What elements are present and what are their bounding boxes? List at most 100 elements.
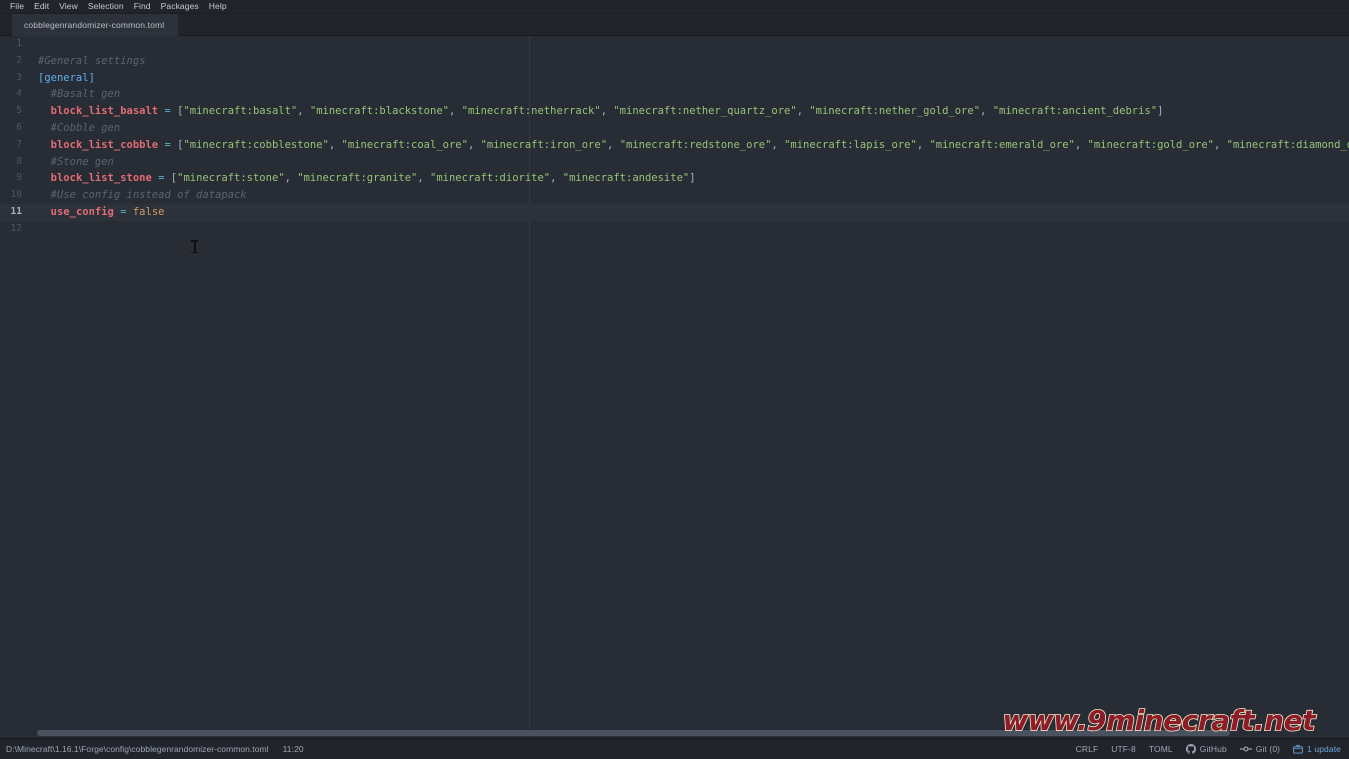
token-comment: #Use config instead of datapack <box>50 189 247 202</box>
token-string: "minecraft:blackstone" <box>309 105 449 118</box>
token-string: "minecraft:diorite" <box>430 172 551 185</box>
menu-item-edit[interactable]: Edit <box>29 0 54 13</box>
menu-item-selection[interactable]: Selection <box>83 0 129 13</box>
status-line-ending[interactable]: CRLF <box>1076 744 1099 754</box>
status-bar: D:\Minecraft\1.16.1\Forge\config\cobbleg… <box>0 738 1349 759</box>
token-string: "minecraft:stone" <box>177 172 285 185</box>
token-string: "minecraft:diamond_ore" <box>1226 138 1349 151</box>
package-update-icon <box>1293 744 1303 754</box>
tab-bar: cobblegenrandomizer-common.toml <box>0 14 1349 36</box>
line-number-1: 1 <box>16 38 22 49</box>
code-line-5[interactable]: 5 block_list_basalt = ["minecraft:basalt… <box>0 103 1349 120</box>
token-comment: #Stone gen <box>50 155 114 168</box>
token-comment: #Basalt gen <box>50 88 121 101</box>
editor-tab-cobblegenrandomizer[interactable]: cobblegenrandomizer-common.toml <box>12 14 180 36</box>
status-github-label: GitHub <box>1199 744 1227 754</box>
menu-item-file[interactable]: File <box>5 0 29 13</box>
horizontal-scrollbar[interactable] <box>0 729 1349 738</box>
token-bool: false <box>132 205 165 218</box>
token-punct: , <box>297 105 310 118</box>
token-string: "minecraft:nether_gold_ore" <box>809 105 981 118</box>
token-key: use_config <box>50 205 114 218</box>
line-number-8: 8 <box>16 155 22 167</box>
menu-item-help[interactable]: Help <box>204 0 232 13</box>
horizontal-scrollbar-track[interactable] <box>0 730 1349 736</box>
token-punct: ] <box>1157 105 1164 118</box>
code-line-text: #Stone gen <box>30 154 114 171</box>
token-key: block_list_basalt <box>50 105 159 118</box>
menu-bar: File Edit View Selection Find Packages Help <box>0 0 1349 14</box>
menu-item-packages[interactable]: Packages <box>156 0 204 13</box>
token-punct: , <box>796 105 810 118</box>
status-bar-right: CRLF UTF-8 TOML GitHub Git (0) 1 update <box>1076 744 1341 754</box>
token-punct: , <box>417 172 431 185</box>
menu-item-find[interactable]: Find <box>129 0 156 13</box>
status-encoding[interactable]: UTF-8 <box>1111 744 1136 754</box>
token-punct: , <box>600 105 614 118</box>
code-line-text: #Basalt gen <box>30 86 121 103</box>
line-number-5: 5 <box>16 105 22 117</box>
token-key: block_list_cobble <box>50 138 159 151</box>
token-punct: , <box>467 138 481 151</box>
line-number-11: 11 <box>10 205 22 217</box>
editor-tab-label: cobblegenrandomizer-common.toml <box>24 20 165 30</box>
token-string: "minecraft:ancient_debris" <box>992 105 1158 118</box>
git-commit-icon <box>1239 744 1252 754</box>
code-line-11[interactable]: 11 use_config = false <box>0 203 1349 221</box>
code-line-1[interactable]: 1 <box>0 36 1349 53</box>
status-updates-label: 1 update <box>1307 744 1341 754</box>
code-line-2[interactable]: 2 #General settings <box>0 53 1349 70</box>
line-number-3: 3 <box>16 71 22 83</box>
code-line-4[interactable]: 4 #Basalt gen <box>0 86 1349 103</box>
line-number-7: 7 <box>16 138 22 150</box>
token-string: "minecraft:basalt" <box>183 105 298 118</box>
menu-item-view[interactable]: View <box>54 0 83 13</box>
token-string: "minecraft:netherrack" <box>461 105 601 118</box>
token-string: "minecraft:andesite" <box>562 172 690 185</box>
editor-pane[interactable]: 1 2 #General settings 3 [general] 4 #Basalt g… <box>0 36 1349 738</box>
token-string: "minecraft:cobblestone" <box>183 138 329 151</box>
token-string: "minecraft:granite" <box>297 172 418 185</box>
status-github-button[interactable]: GitHub <box>1185 744 1227 754</box>
token-key: block_list_stone <box>50 172 152 185</box>
status-updates-button[interactable]: 1 update <box>1293 744 1341 754</box>
code-line-3[interactable]: 3 [general] <box>0 70 1349 87</box>
tab-bar-left-spacer <box>0 14 12 36</box>
token-punct: , <box>1213 138 1227 151</box>
code-content[interactable]: 1 2 #General settings 3 [general] 4 #Basalt g… <box>0 36 1349 738</box>
atom-editor-window: File Edit View Selection Find Packages Help co… <box>0 0 1349 759</box>
horizontal-scrollbar-thumb[interactable] <box>37 730 1230 736</box>
line-number-2: 2 <box>16 54 22 66</box>
code-line-text: block_list_basalt = ["minecraft:basalt",… <box>30 103 1164 120</box>
status-cursor-position[interactable]: 11:20 <box>283 744 304 754</box>
code-line-12[interactable]: 12 <box>0 221 1349 238</box>
token-punct: , <box>607 138 620 151</box>
tab-bar-empty-area <box>179 14 1349 36</box>
status-git-button[interactable]: Git (0) <box>1239 744 1280 754</box>
token-comment: #Cobble gen <box>50 121 121 134</box>
code-line-6[interactable]: 6 #Cobble gen <box>0 120 1349 137</box>
code-line-text: [general] <box>30 70 95 87</box>
status-grammar[interactable]: TOML <box>1149 744 1173 754</box>
token-string: "minecraft:gold_ore" <box>1087 138 1214 151</box>
token-string: "minecraft:coal_ore" <box>341 138 468 151</box>
code-line-text: block_list_stone = ["minecraft:stone", "… <box>30 170 696 187</box>
token-punct: , <box>916 138 930 151</box>
code-line-text: use_config = false <box>30 204 165 221</box>
code-line-9[interactable]: 9 block_list_stone = ["minecraft:stone",… <box>0 170 1349 187</box>
code-line-8[interactable]: 8 #Stone gen <box>0 154 1349 171</box>
line-number-4: 4 <box>16 88 22 100</box>
line-number-9: 9 <box>16 172 22 184</box>
token-string: "minecraft:redstone_ore" <box>619 138 772 151</box>
github-icon <box>1185 744 1196 754</box>
token-string: "minecraft:emerald_ore" <box>929 138 1075 151</box>
code-line-7[interactable]: 7 block_list_cobble = ["minecraft:cobble… <box>0 137 1349 154</box>
code-line-10[interactable]: 10 #Use config instead of datapack <box>0 187 1349 204</box>
token-string: "minecraft:nether_quartz_ore" <box>613 105 797 118</box>
